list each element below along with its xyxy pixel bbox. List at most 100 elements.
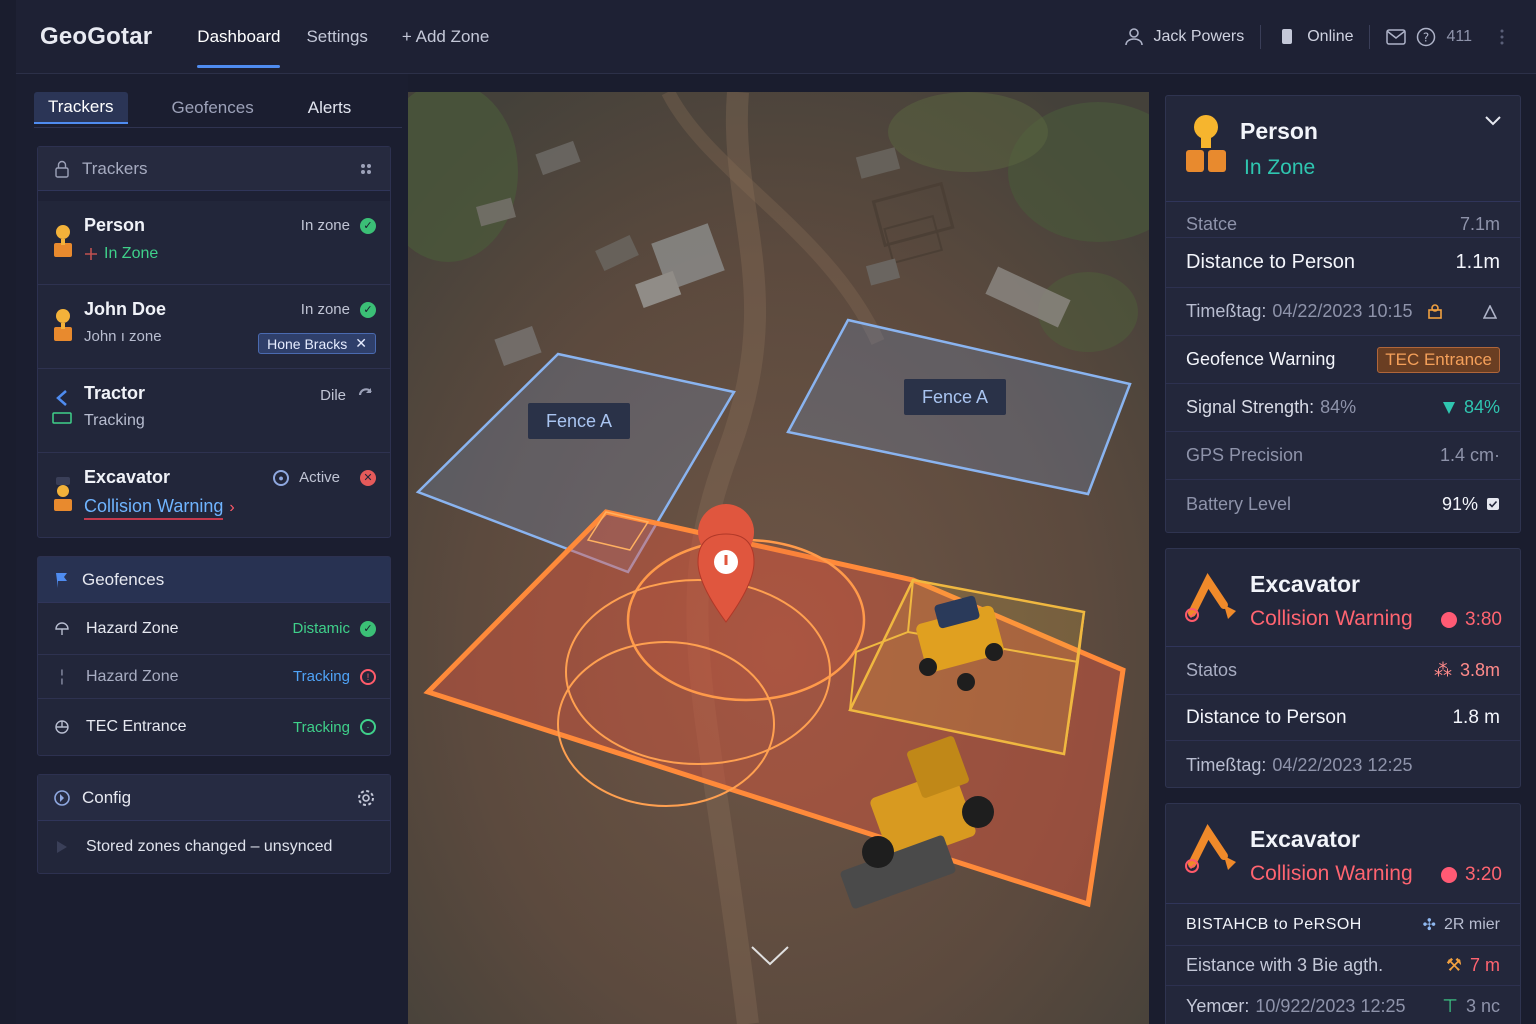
tracker-status-text: In zone [300,301,350,318]
excavator-row-distance-2: Eistance with 3 Bie agth. ⚒ 7 m [1166,946,1520,986]
notification-count[interactable]: 411 [1446,28,1472,46]
config-header[interactable]: Config [38,775,390,821]
tracker-row-excavator[interactable]: Excavator Collision Warning › ● Active ✕ [38,453,390,537]
user-name[interactable]: Jack Powers [1154,28,1245,46]
geofences-header[interactable]: Geofences [38,557,390,603]
person-avatar-icon [1186,115,1226,172]
geofence-row-tec-entrance[interactable]: TEC Entrance Tracking · [38,699,390,755]
arrow-left-icon [52,390,72,424]
refresh-icon[interactable] [356,385,376,405]
tracker-row-tractor[interactable]: Tractor Tracking Dile [38,369,390,453]
excavator-row-distance: Distance to Person 1.8 m [1166,695,1520,741]
globe-icon [52,717,72,737]
tracker-status: Dile [320,385,376,405]
person-title: Person [1240,118,1318,144]
tracker-status-text: Dile [320,386,346,404]
config-header-title: Config [82,787,132,807]
excavator-detail-card-2: Excavator Collision Warning 3:20 BISTAHC… [1165,803,1521,1024]
geofence-name: Hazard Zone [86,619,179,637]
row-value: ✣ 2R mier [1423,915,1500,935]
radio-icon: ● [273,469,290,486]
tab-alerts[interactable]: Alerts [294,92,365,124]
more-icon[interactable] [1492,27,1512,47]
bell-icon[interactable] [1480,302,1500,322]
row-label: Yemœr: [1186,995,1250,1016]
tracker-row-john-doe[interactable]: John Doe John ı zone In zone ✓ Hone Brac… [38,285,390,369]
phone-icon [1277,27,1297,47]
nav-settings[interactable]: Settings [293,0,380,74]
main-nav: Dashboard Settings + Add Zone [184,0,502,74]
left-panel: Trackers Geofences Alerts Trackers Perso… [16,74,408,1024]
row-value: ⚒ 7 m [1446,955,1500,976]
excavator-detail-header[interactable]: Excavator Collision Warning 3:80 [1166,549,1520,647]
row-label: Signal Strength: [1186,397,1315,417]
geofence-status-text: Tracking [293,668,350,685]
row-value: 1.1m [1455,251,1500,273]
mail-icon[interactable] [1386,27,1407,47]
collision-warning-text: Collision Warning [1250,862,1413,885]
person-detail-card: Person In Zone Statce 7.1m Distance to P… [1165,95,1521,533]
excavator-detail-header[interactable]: Excavator Collision Warning 3:20 [1166,804,1520,904]
chevron-down-icon[interactable] [1484,114,1502,132]
excavator-row-distance: BISTAHCB to PeRSOH ✣ 2R mier [1166,904,1520,946]
tab-trackers[interactable]: Trackers [34,92,128,124]
flag-icon [52,570,72,590]
row-label: Statce [1186,214,1238,234]
person-row-timestamp: Timeßtag: 04/22/2023 10:15 [1166,288,1520,336]
map-canvas[interactable] [408,92,1149,1024]
error-icon: ✕ [360,469,376,486]
excavator-title: Excavator [1250,571,1360,597]
collision-warning-text: Collision Warning [84,496,224,520]
chevron-right-icon: › [229,499,235,516]
geofence-row-hazard-zone-2[interactable]: ¦ Hazard Zone Tracking! [38,655,390,699]
trackers-header[interactable]: Trackers [38,147,390,191]
tracker-status-text: Active [299,469,340,486]
help-icon[interactable]: ? [1416,27,1436,47]
close-icon[interactable]: ✕ [355,335,367,352]
tab-geofences[interactable]: Geofences [158,92,268,124]
person-avatar-icon [54,309,72,341]
row-label: BISTAHCB to PeRSOH [1186,915,1362,933]
lock-icon [52,159,72,179]
person-row-geofence-warning: Geofence Warning TEC Entrance [1166,336,1520,384]
row-value: ⊤ 3 nc [1442,996,1500,1017]
gear-icon[interactable] [356,788,376,808]
person-detail-header[interactable]: Person In Zone [1166,96,1520,202]
warning-timer: 3:20 [1441,864,1502,886]
geofence-warning-badge[interactable]: TEC Entrance [1377,346,1500,373]
config-card: Config Stored zones changed – unsynced [37,774,391,874]
alert-icon: ! [360,668,376,685]
excavator-arm-icon [1185,573,1236,622]
play-icon [52,837,72,857]
checkbox-icon [1487,498,1499,510]
fence-label-left[interactable]: Fence A [528,403,630,439]
geofence-name: TEC Entrance [86,718,187,735]
zone-tag[interactable]: Hone Bracks ✕ [258,333,376,354]
row-value: 91% [1442,494,1500,515]
brand-logo[interactable]: GeoGotar [40,23,152,51]
tracker-row-person[interactable]: Person In Zone In zone ✓ [38,201,390,285]
person-row-battery: Battery Level 91% [1166,480,1520,528]
row-label: Distance to Person [1186,251,1355,273]
person-row-gps: GPS Precision 1.4 cm· [1166,432,1520,480]
grid-icon[interactable] [356,159,376,179]
tracker-sub: Collision Warning › [84,496,376,520]
config-message: Stored zones changed – unsynced [86,838,333,855]
nav-dashboard[interactable]: Dashboard [184,0,293,74]
nav-add-zone[interactable]: + Add Zone [389,0,502,74]
shield-icon [1442,401,1455,414]
divider [1369,24,1371,49]
person-zone-status: In Zone [1244,156,1316,179]
zone-tag-label: Hone Bracks [267,335,348,352]
fence-label-right[interactable]: Fence A [904,379,1006,415]
excavator-arm-icon [1185,824,1236,873]
map-view[interactable]: Fence A Fence A [408,92,1149,1024]
row-extra-value: 3 nc [1465,995,1500,1016]
person-row-distance: Distance to Person 1.1m [1166,238,1520,288]
row-label: GPS Precision [1186,445,1304,465]
online-status[interactable]: Online [1307,28,1353,46]
geofence-row-hazard-zone[interactable]: Hazard Zone Distamic ✓ [38,603,390,655]
excavator-row-status: Statos ⁂ 3.8m [1166,647,1520,695]
warning-timer: 3:80 [1441,609,1502,631]
check-icon: ✓ [360,620,376,637]
